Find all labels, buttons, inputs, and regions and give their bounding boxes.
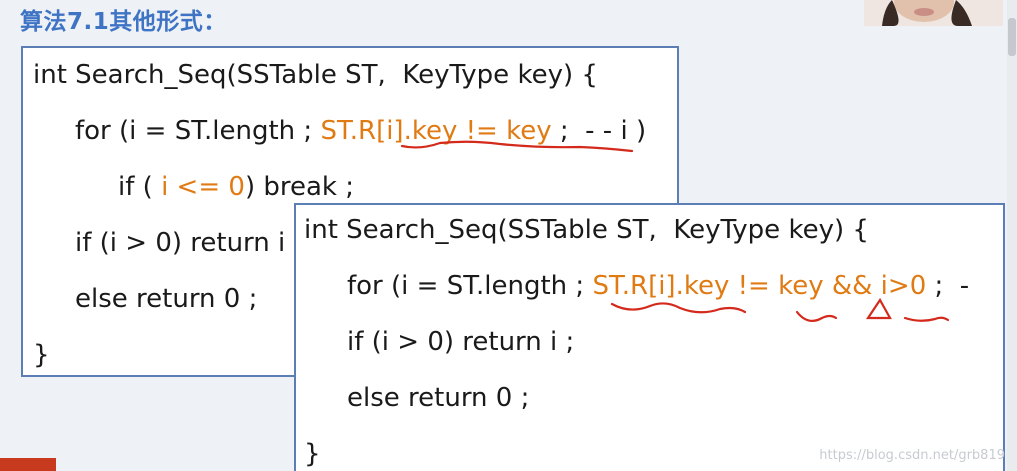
- code-text: for (i = ST.length ;: [347, 271, 593, 301]
- code-text: ; - - i ): [551, 116, 647, 146]
- code-line-for-loop: for (i = ST.length ; ST.R[i].key != key …: [347, 271, 969, 301]
- code-line-for-loop: for (i = ST.length ; ST.R[i].key != key …: [75, 116, 646, 146]
- code-line-closing-brace: }: [304, 439, 321, 469]
- code-highlight: i <= 0: [161, 172, 245, 202]
- presenter-face-image: [864, 0, 1003, 26]
- code-line-if-break: if ( i <= 0) break ;: [118, 172, 354, 202]
- vertical-scrollbar-track[interactable]: [1007, 0, 1017, 471]
- corner-tab: [0, 458, 56, 471]
- code-line-return-i: if (i > 0) return i ;: [75, 228, 303, 258]
- vertical-scrollbar-thumb[interactable]: [1008, 18, 1016, 56]
- code-line-closing-brace: }: [33, 340, 50, 370]
- code-text: for (i = ST.length ;: [75, 116, 321, 146]
- presenter-webcam-thumbnail: [864, 0, 1003, 26]
- code-text: ) break ;: [244, 172, 354, 202]
- code-text: if (: [118, 172, 162, 202]
- code-highlight: ST.R[i].key != key: [320, 116, 552, 146]
- code-line-return-zero: else return 0 ;: [75, 284, 258, 314]
- code-line-function-signature: int Search_Seq(SSTable ST, KeyType key) …: [304, 215, 869, 245]
- code-line-return-zero: else return 0 ;: [347, 383, 530, 413]
- slide-title: 算法7.1其他形式：: [20, 2, 227, 36]
- code-highlight: ST.R[i].key != key && i>0: [592, 271, 927, 301]
- code-line-return-i: if (i > 0) return i ;: [347, 327, 575, 357]
- slide-title-text: 算法7.1其他形式：: [20, 9, 227, 35]
- code-text: ; -: [926, 271, 970, 301]
- code-box-modified-algorithm: int Search_Seq(SSTable ST, KeyType key) …: [294, 203, 1005, 471]
- code-line-function-signature: int Search_Seq(SSTable ST, KeyType key) …: [33, 60, 598, 90]
- csdn-watermark: https://blog.csdn.net/grb819: [819, 448, 1005, 463]
